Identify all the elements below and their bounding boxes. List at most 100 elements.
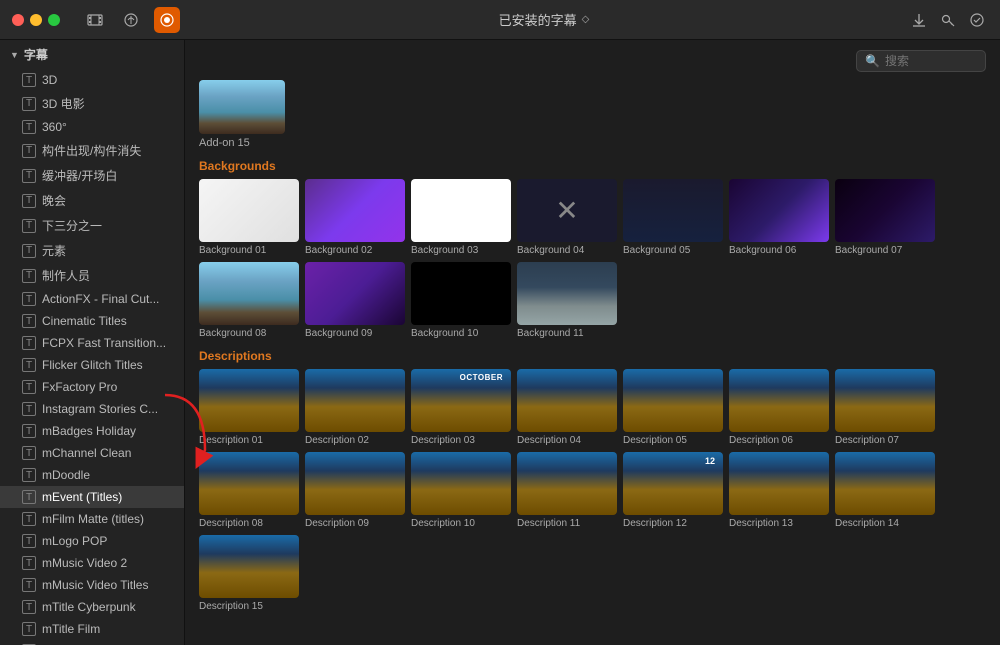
sidebar-item-build[interactable]: T 构件出现/构件消失 [0,138,184,163]
thumb-desc08-label: Description 08 [199,518,263,529]
thumb-desc13-image [729,452,829,515]
thumb-item-desc12[interactable]: 12 Description 12 [623,452,723,529]
thumb-item-desc09[interactable]: Description 09 [305,452,405,529]
sidebar-item-icon: T [22,402,36,416]
sidebar-item-gala[interactable]: T 晚会 [0,188,184,213]
thumb-item-bg03[interactable]: Background 03 [411,179,511,256]
sidebar-item-label: 晚会 [42,192,66,209]
thumb-bg11-label: Background 11 [517,328,584,339]
thumb-bg04-image: ✕ [517,179,617,242]
titlebar-center: 已安装的字幕 ◇ [188,10,900,29]
thumb-item-bg07[interactable]: Background 07 [835,179,935,256]
sidebar-item-mchannel[interactable]: T mChannel Clean [0,442,184,464]
sidebar-item-3d-film[interactable]: T 3D 电影 [0,91,184,116]
thumb-bg06-label: Background 06 [729,245,796,256]
sidebar-item-mlogo[interactable]: T mLogo POP [0,530,184,552]
sidebar-item-proleak[interactable]: T PROLEAK [0,640,184,645]
thumb-item-bg02[interactable]: Background 02 [305,179,405,256]
share-icon[interactable] [118,7,144,33]
sidebar-item-label: FxFactory Pro [42,380,117,394]
sidebar-item-mtitlecyberpunk[interactable]: T mTitle Cyberpunk [0,596,184,618]
sidebar-item-mtitlefilm[interactable]: T mTitle Film [0,618,184,640]
thumb-item-desc08[interactable]: Description 08 [199,452,299,529]
thumb-bg06-image [729,179,829,242]
thumb-bg11-image [517,262,617,325]
download-icon[interactable] [908,7,931,33]
close-button[interactable] [12,14,24,26]
thumb-item-desc15[interactable]: Description 15 [199,535,299,612]
sidebar-item-instagram[interactable]: T Instagram Stories C... [0,398,184,420]
sidebar-item-elements[interactable]: T 元素 [0,238,184,263]
sidebar-item-flicker[interactable]: T Flicker Glitch Titles [0,354,184,376]
sidebar-item-label: mChannel Clean [42,446,131,460]
thumb-item-desc01[interactable]: Description 01 [199,369,299,446]
thumb-item-desc04[interactable]: Description 04 [517,369,617,446]
thumb-item-bg09[interactable]: Background 09 [305,262,405,339]
sidebar-item-label: 构件出现/构件消失 [42,142,141,159]
sidebar-item-label: mLogo POP [42,534,107,548]
sidebar-item-mmusic[interactable]: T mMusic Video 2 [0,552,184,574]
sidebar-item-icon: T [22,380,36,394]
sidebar-item-label: Flicker Glitch Titles [42,358,143,372]
thumb-bg01-image [199,179,299,242]
check-icon[interactable] [965,7,988,33]
sidebar-item-label: mTitle Cyberpunk [42,600,136,614]
thumb-item-bg01[interactable]: Background 01 [199,179,299,256]
sidebar-item-mfilm[interactable]: T mFilm Matte (titles) [0,508,184,530]
thumb-item-bg04[interactable]: ✕ Background 04 [517,179,617,256]
thumb-desc11-image [517,452,617,515]
thumb-item-bg06[interactable]: Background 06 [729,179,829,256]
sidebar-item-360[interactable]: T 360° [0,116,184,138]
sidebar-item-credits[interactable]: T 制作人员 [0,263,184,288]
thumb-desc01-image [199,369,299,432]
sidebar-item-label: 360° [42,120,67,134]
sidebar-item-mmusictitles[interactable]: T mMusic Video Titles [0,574,184,596]
addon-item[interactable]: Add-on 15 [199,80,986,149]
thumb-bg08-image [199,262,299,325]
thumb-item-desc02[interactable]: Description 02 [305,369,405,446]
sidebar-item-fcpx[interactable]: T FCPX Fast Transition... [0,332,184,354]
thumb-item-desc13[interactable]: Description 13 [729,452,829,529]
thumb-desc03-image: OCTOBER [411,369,511,432]
thumb-item-desc10[interactable]: Description 10 [411,452,511,529]
sidebar-item-mdoodle[interactable]: T mDoodle [0,464,184,486]
sidebar-item-bumper[interactable]: T 缓冲器/开场白 [0,163,184,188]
search-input-wrapper[interactable]: 🔍 [856,50,986,72]
sidebar-item-fxfactory[interactable]: T FxFactory Pro [0,376,184,398]
key-icon[interactable] [937,7,960,33]
thumb-desc14-label: Description 14 [835,518,899,529]
sidebar-item-icon: T [22,468,36,482]
sidebar-item-actionfx[interactable]: T ActionFX - Final Cut... [0,288,184,310]
thumb-bg07-image [835,179,935,242]
search-input[interactable] [885,54,977,68]
thumb-desc08-image [199,452,299,515]
thumb-item-bg08[interactable]: Background 08 [199,262,299,339]
thumb-desc05-image [623,369,723,432]
sidebar-item-3d[interactable]: T 3D [0,69,184,91]
thumb-item-bg11[interactable]: Background 11 [517,262,617,339]
sidebar-item-label: mBadges Holiday [42,424,136,438]
film-icon[interactable] [82,7,108,33]
thumb-item-bg05[interactable]: Background 05 [623,179,723,256]
content-area: 🔍 Add-on 15 Backgrounds Background 01 Ba… [185,40,1000,645]
thumb-desc04-image [517,369,617,432]
thumb-item-bg10[interactable]: Background 10 [411,262,511,339]
sidebar-item-cinematic[interactable]: T Cinematic Titles [0,310,184,332]
header-title-text: 已安装的字幕 [499,10,577,29]
minimize-button[interactable] [30,14,42,26]
sidebar-item-lowerthird[interactable]: T 下三分之一 [0,213,184,238]
thumb-item-desc05[interactable]: Description 05 [623,369,723,446]
thumb-desc03-label: Description 03 [411,435,475,446]
sidebar-item-label: 3D [42,73,57,87]
sidebar-item-label: mMusic Video 2 [42,556,127,570]
thumb-item-desc07[interactable]: Description 07 [835,369,935,446]
sidebar-item-mevent[interactable]: T mEvent (Titles) [0,486,184,508]
thumb-item-desc11[interactable]: Description 11 [517,452,617,529]
sidebar-item-mbadges[interactable]: T mBadges Holiday [0,420,184,442]
thumb-item-desc03[interactable]: OCTOBER Description 03 [411,369,511,446]
thumb-item-desc06[interactable]: Description 06 [729,369,829,446]
sidebar-item-label: 下三分之一 [42,217,102,234]
badge-icon[interactable] [154,7,180,33]
thumb-item-desc14[interactable]: Description 14 [835,452,935,529]
maximize-button[interactable] [48,14,60,26]
